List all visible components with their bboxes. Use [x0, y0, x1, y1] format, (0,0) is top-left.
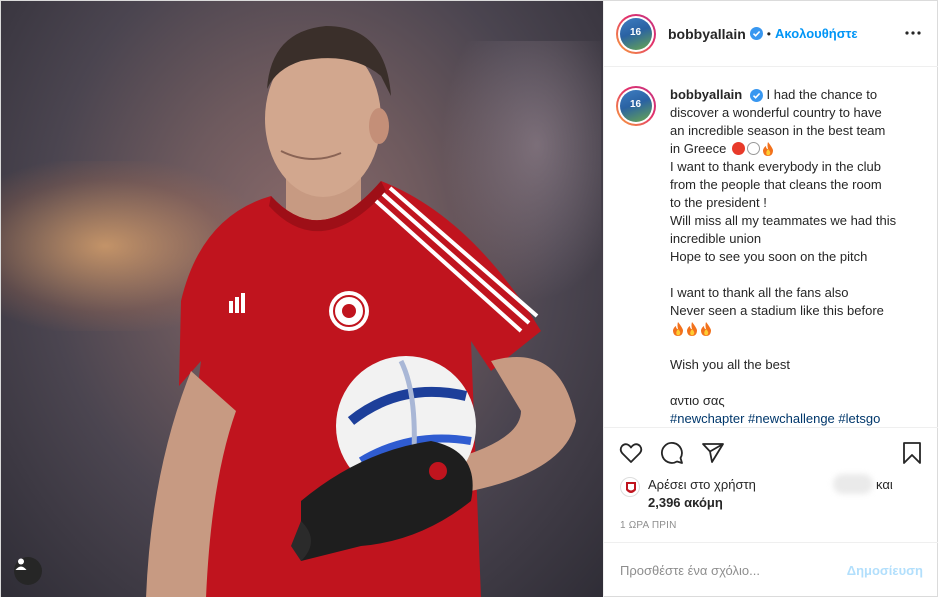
caption-username[interactable]: bobbyallain — [670, 87, 742, 102]
user-tag-button[interactable] — [14, 557, 42, 585]
more-options-icon — [905, 31, 921, 35]
player-illustration — [146, 26, 576, 597]
verified-badge-icon — [749, 27, 763, 40]
user-tag-icon — [15, 558, 27, 570]
separator-dot: • — [766, 26, 771, 41]
post-header: 16 bobbyallain • Ακολουθήστε — [604, 1, 938, 67]
fire-emoji-icon — [673, 322, 683, 336]
caption-verified-icon — [749, 89, 763, 103]
post-timestamp[interactable]: 1 ΩΡΑ ΠΡΙΝ — [620, 520, 677, 531]
white-circle-emoji-icon — [747, 142, 760, 155]
caption-line-5: I want to thank everybody in the club — [670, 159, 882, 174]
share-icon — [702, 443, 724, 463]
caption-avatar-jersey-number: 16 — [630, 99, 642, 110]
caption-line-7: to the president ! — [670, 195, 767, 210]
profile-avatar[interactable]: 16 — [616, 13, 656, 54]
red-circle-emoji-icon — [732, 142, 745, 155]
post-caption: bobbyallain I had the chance to discover… — [670, 86, 918, 426]
save-button[interactable] — [899, 440, 925, 466]
post-comment-button[interactable]: Δημοσίευση — [847, 563, 923, 578]
instagram-post: 16 bobbyallain • Ακολουθήστε 16 bobbyall… — [0, 0, 938, 597]
share-button[interactable] — [700, 440, 726, 466]
avatar-jersey-number: 16 — [630, 26, 642, 38]
caption-line-8: Will miss all my teammates we had this — [670, 213, 897, 228]
likes-and-label: και — [876, 477, 893, 492]
likes-count[interactable]: 2,396 ακόμη — [648, 495, 723, 510]
add-comment-bar: Δημοσίευση — [604, 542, 938, 597]
fire-emojis — [670, 320, 918, 338]
caption-hashtags[interactable]: #newchapter #newchallenge #letsgo — [670, 410, 918, 426]
comments-section[interactable]: 16 bobbyallain I had the chance to disco… — [604, 68, 938, 426]
caption-line-12: Never seen a stadium like this before — [670, 303, 884, 318]
caption-line-13: Wish you all the best — [670, 357, 790, 372]
comment-input[interactable] — [620, 563, 847, 578]
comment-icon — [661, 442, 683, 464]
fire-emoji-icon — [687, 322, 697, 336]
post-photo[interactable] — [1, 1, 603, 597]
heart-icon — [619, 443, 643, 463]
caption-line-3: an incredible season in the best team — [670, 123, 886, 138]
comment-button[interactable] — [659, 440, 685, 466]
username-link[interactable]: bobbyallain — [668, 26, 746, 42]
caption-line-1: I had the chance to — [766, 87, 878, 102]
caption-line-9: incredible union — [670, 231, 762, 246]
caption-line-2: discover a wonderful country to have — [670, 105, 882, 120]
follow-button[interactable]: Ακολουθήστε — [775, 26, 858, 41]
fire-emoji-icon — [763, 142, 773, 156]
caption-line-11: I want to thank all the fans also — [670, 285, 849, 300]
liked-by-label: Αρέσει στο χρήστη — [648, 477, 756, 492]
bookmark-icon — [903, 442, 921, 464]
post-actions: Αρέσει στο χρήστη και 2,396 ακόμη 1 ΩΡΑ … — [604, 427, 938, 542]
caption-line-6: from the people that cleans the room — [670, 177, 882, 192]
liker-avatar[interactable] — [620, 477, 640, 497]
more-options-button[interactable] — [903, 23, 923, 43]
caption-line-14: αντιο σας — [670, 393, 725, 408]
post-side-panel: 16 bobbyallain • Ακολουθήστε 16 bobbyall… — [603, 1, 938, 597]
caption-line-4: in Greece — [670, 141, 727, 156]
caption-line-10: Hope to see you soon on the pitch — [670, 249, 868, 264]
caption-row: 16 bobbyallain I had the chance to disco… — [616, 86, 923, 426]
fire-emoji-icon — [701, 322, 711, 336]
blurred-username[interactable] — [833, 474, 873, 494]
likes-summary: Αρέσει στο χρήστη και 2,396 ακόμη — [620, 474, 928, 512]
caption-avatar[interactable]: 16 — [616, 86, 656, 126]
like-button[interactable] — [618, 440, 644, 466]
